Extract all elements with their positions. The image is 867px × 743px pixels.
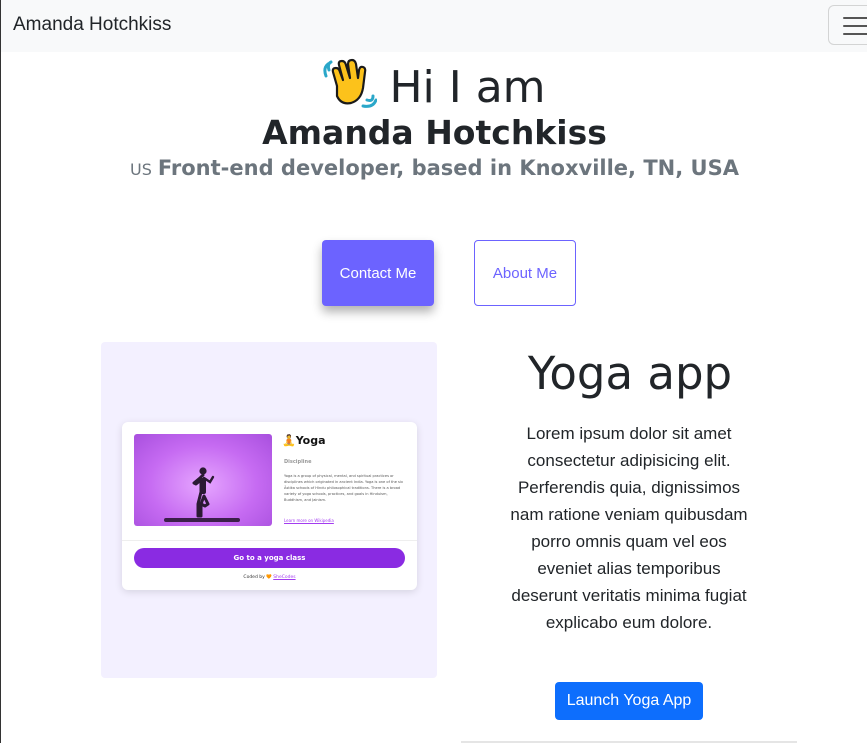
launch-yoga-app-button[interactable]: Launch Yoga App — [555, 682, 703, 720]
yoga-class-button: Go to a yoga class — [134, 548, 405, 568]
divider — [122, 540, 417, 541]
flag-code: US — [130, 160, 152, 179]
project-title: Yoga app — [527, 347, 733, 400]
yoga-card-title: 🧘Yoga — [282, 434, 326, 447]
heart-icon: 🧡 — [266, 575, 272, 580]
yoga-card: 🧘Yoga Discipline Yoga is a group of phys… — [122, 422, 417, 590]
project-preview-image: 🧘Yoga Discipline Yoga is a group of phys… — [101, 342, 437, 678]
hero-subtitle: US Front-end developer, based in Knoxvill… — [1, 152, 867, 186]
yoga-person-icon: 🧘 — [282, 434, 296, 447]
about-me-button[interactable]: About Me — [474, 240, 576, 306]
yoga-photo — [134, 434, 272, 526]
greeting-text: Hi I am — [389, 62, 546, 113]
navbar-toggler-button[interactable] — [828, 5, 867, 45]
navbar: Amanda Hotchkiss — [1, 0, 867, 52]
project-description: Lorem ipsum dolor sit amet consectetur a… — [510, 424, 748, 632]
hero-name: Amanda Hotchkiss — [262, 113, 607, 152]
yoga-card-label: Discipline — [284, 459, 312, 465]
yoga-card-text: Yoga is a group of physical, mental, and… — [284, 474, 404, 502]
yoga-card-credit: Coded by 🧡 SheCodes — [243, 575, 296, 580]
contact-me-button[interactable]: Contact Me — [322, 240, 434, 306]
subtitle-text: Front-end developer, based in Knoxville,… — [157, 156, 739, 180]
yoga-card-link: Learn more on Wikipedia — [284, 518, 334, 523]
brand-link[interactable]: Amanda Hotchkiss — [13, 14, 171, 36]
